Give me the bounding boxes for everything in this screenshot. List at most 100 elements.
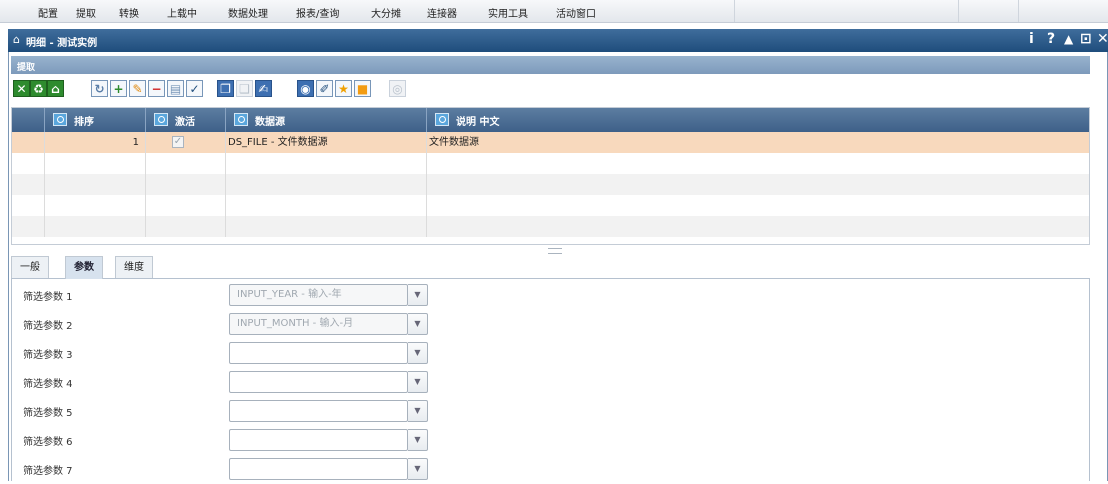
menu-divider: [734, 0, 735, 22]
parameter-label: 筛选参数 1: [23, 292, 73, 303]
window-title: 明细 - 测试实例: [26, 38, 98, 49]
chevron-down-icon[interactable]: ▼: [408, 371, 428, 393]
menu-divider: [1018, 0, 1019, 22]
menu-reports[interactable]: 报表/查询: [296, 5, 339, 20]
tab-general[interactable]: 一般: [11, 256, 49, 278]
menu-divider: [958, 0, 959, 22]
parameter-label: 筛选参数 5: [23, 408, 73, 419]
column-label: 数据源: [255, 117, 285, 128]
edit-pencil-icon[interactable]: ✎: [129, 80, 146, 97]
table-row-empty[interactable]: [12, 195, 1089, 216]
parameter-select[interactable]: [229, 458, 408, 480]
column-label: 激活: [175, 117, 195, 128]
collapse-icon[interactable]: ▲: [1064, 32, 1073, 46]
info-icon[interactable]: i: [1029, 31, 1034, 47]
column-header-description[interactable]: 说明 中文: [427, 108, 1089, 132]
parameters-panel: 筛选参数 1 INPUT_YEAR - 输入-年 ▼ 筛选参数 2 INPUT_MONT…: [11, 279, 1090, 481]
menu-utilities[interactable]: 实用工具: [488, 5, 528, 20]
search-icon[interactable]: [234, 113, 248, 126]
column-header-active[interactable]: 激活: [146, 108, 226, 132]
section-title: 提取: [17, 63, 36, 73]
column-label: 说明 中文: [456, 117, 500, 128]
parameter-select[interactable]: [229, 342, 408, 364]
table-row-empty[interactable]: [12, 216, 1089, 237]
menu-connectors[interactable]: 连接器: [427, 5, 457, 20]
chevron-down-icon[interactable]: ▼: [408, 429, 428, 451]
edit-document-icon[interactable]: ✍: [255, 80, 272, 97]
column-header-source[interactable]: 数据源: [226, 108, 427, 132]
description-cell: 文件数据源: [429, 137, 479, 148]
parameter-row: 筛选参数 6 ▼: [12, 426, 1091, 455]
search-icon[interactable]: [53, 113, 67, 126]
database-icon[interactable]: ◎: [389, 80, 406, 97]
excel-export-icon[interactable]: ✕: [13, 80, 30, 97]
active-checkbox[interactable]: ✓: [172, 136, 184, 148]
recycle-icon[interactable]: ♻: [30, 80, 47, 97]
save-disk-icon[interactable]: ▤: [167, 80, 184, 97]
favorite-star-icon[interactable]: ★: [335, 80, 352, 97]
menu-transform[interactable]: 转换: [119, 5, 139, 20]
maximize-icon[interactable]: ⊡: [1080, 31, 1092, 47]
home-upload-icon[interactable]: ⌂: [47, 80, 64, 97]
table-row-empty[interactable]: [12, 153, 1089, 174]
parameter-row: 筛选参数 3 ▼: [12, 339, 1091, 368]
refresh-icon[interactable]: ↻: [91, 80, 108, 97]
parameter-select[interactable]: INPUT_YEAR - 输入-年: [229, 284, 408, 306]
chevron-down-icon[interactable]: ▼: [408, 342, 428, 364]
confirm-check-icon[interactable]: ✓: [186, 80, 203, 97]
tab-parameters[interactable]: 参数: [65, 256, 103, 279]
window-title-bar: ⌂ 明细 - 测试实例 i ? ▲ ⊡ ✕: [8, 29, 1108, 52]
menu-active-window[interactable]: 活动窗口: [556, 5, 596, 20]
table-row-empty[interactable]: [12, 174, 1089, 195]
menu-config[interactable]: 配置: [38, 5, 58, 20]
toolbar: ✕ ♻ ⌂ ↻ + ✎ − ▤ ✓ ❐ ❑ ✍ ◉ ✐ ★ ■ ◎: [11, 78, 1090, 102]
parameter-select[interactable]: [229, 429, 408, 451]
table-row[interactable]: 1 ✓ DS_FILE - 文件数据源 文件数据源: [12, 132, 1089, 153]
chevron-down-icon[interactable]: ▼: [408, 400, 428, 422]
data-grid: 排序 激活 数据源 说明 中文 1 ✓ DS_FILE - 文件数据源 文件数据…: [11, 107, 1090, 245]
tab-dimensions[interactable]: 维度: [115, 256, 153, 278]
search-icon[interactable]: [435, 113, 449, 126]
chevron-down-icon[interactable]: ▼: [408, 458, 428, 480]
order-cell: 1: [45, 132, 146, 153]
parameter-label: 筛选参数 7: [23, 466, 73, 477]
parameter-select[interactable]: [229, 371, 408, 393]
grid-header: 排序 激活 数据源 说明 中文: [12, 108, 1089, 132]
menu-bar: 配置 提取 转换 上载中 数据处理 报表/查询 大分摊 连接器 实用工具 活动窗…: [0, 0, 1108, 23]
split-handle[interactable]: [548, 248, 562, 254]
active-cell: ✓: [146, 132, 226, 153]
column-header-order[interactable]: 排序: [45, 108, 146, 132]
column-label: 排序: [74, 117, 94, 128]
menu-upload[interactable]: 上载中: [167, 5, 197, 20]
home-icon[interactable]: ⌂: [13, 33, 20, 46]
remove-icon[interactable]: −: [148, 80, 165, 97]
view-icon[interactable]: ◉: [297, 80, 314, 97]
search-icon[interactable]: [154, 113, 168, 126]
parameter-row: 筛选参数 1 INPUT_YEAR - 输入-年 ▼: [12, 281, 1091, 310]
paste-icon[interactable]: ❑: [236, 80, 253, 97]
close-icon[interactable]: ✕: [1097, 31, 1108, 47]
parameter-select[interactable]: INPUT_MONTH - 输入-月: [229, 313, 408, 335]
parameter-row: 筛选参数 4 ▼: [12, 368, 1091, 397]
chevron-down-icon[interactable]: ▼: [408, 284, 428, 306]
menu-data-processing[interactable]: 数据处理: [228, 5, 268, 20]
row-header-cell: [12, 132, 45, 153]
parameter-select[interactable]: [229, 400, 408, 422]
menu-extract[interactable]: 提取: [76, 5, 96, 20]
parameter-row: 筛选参数 2 INPUT_MONTH - 输入-月 ▼: [12, 310, 1091, 339]
help-icon[interactable]: ?: [1047, 31, 1055, 47]
source-cell: DS_FILE - 文件数据源: [226, 132, 427, 153]
tab-bar: 一般 参数 维度: [11, 256, 1090, 279]
chevron-down-icon[interactable]: ▼: [408, 313, 428, 335]
parameter-label: 筛选参数 2: [23, 321, 73, 332]
add-icon[interactable]: +: [110, 80, 127, 97]
tools-wrench-icon[interactable]: ✐: [316, 80, 333, 97]
parameter-label: 筛选参数 6: [23, 437, 73, 448]
copy-icon[interactable]: ❐: [217, 80, 234, 97]
parameter-label: 筛选参数 3: [23, 350, 73, 361]
grid-row-header: [12, 108, 45, 132]
orange-block-icon[interactable]: ■: [354, 80, 371, 97]
parameter-row: 筛选参数 5 ▼: [12, 397, 1091, 426]
parameter-label: 筛选参数 4: [23, 379, 73, 390]
menu-allocation[interactable]: 大分摊: [371, 5, 401, 20]
